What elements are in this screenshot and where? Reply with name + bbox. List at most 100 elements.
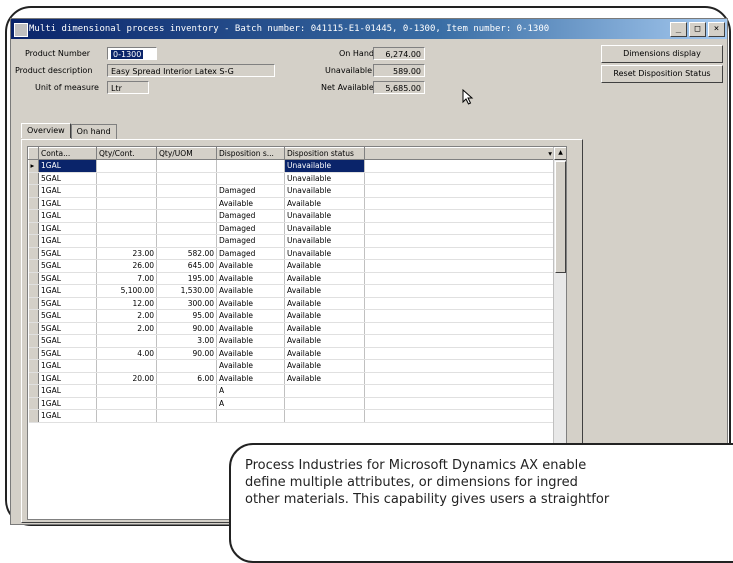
row-selector[interactable]	[28, 322, 39, 335]
column-header-qty-uom[interactable]: Qty/UOM	[156, 147, 217, 160]
cell-qty-uom[interactable]	[156, 209, 217, 223]
cell-qty-uom[interactable]: 300.00	[156, 297, 217, 310]
cell-qty-uom[interactable]: 95.00	[156, 309, 217, 323]
cell-disposition-status[interactable]: Available	[284, 347, 365, 360]
table-row[interactable]: 1GAL Damaged Unavailable	[28, 234, 555, 248]
cell-disposition-short[interactable]: Available	[216, 284, 285, 298]
cell-disposition-status[interactable]	[284, 397, 365, 410]
cell-disposition-status[interactable]: Available	[284, 197, 365, 210]
cell-disposition-short[interactable]: Damaged	[216, 209, 285, 223]
cell-disposition-short[interactable]: Available	[216, 272, 285, 285]
cell-qty-uom[interactable]	[156, 172, 217, 185]
cell-qty-uom[interactable]: 90.00	[156, 322, 217, 335]
cell-container[interactable]: 1GAL	[38, 184, 97, 198]
cell-qty-cont[interactable]	[96, 197, 157, 210]
row-selector[interactable]	[28, 372, 39, 385]
maximize-icon[interactable]: □	[689, 22, 706, 37]
cell-disposition-status[interactable]: Unavailable	[284, 247, 365, 260]
cell-disposition-status[interactable]: Available	[284, 334, 365, 348]
table-row[interactable]: 1GAL A	[28, 384, 555, 398]
table-row[interactable]: 5GAL 23.00 582.00 Damaged Unavailable	[28, 247, 555, 260]
cell-disposition-short[interactable]	[216, 409, 285, 423]
cell-disposition-short[interactable]: Damaged	[216, 247, 285, 260]
cell-qty-uom[interactable]	[156, 397, 217, 410]
table-row[interactable]: 1GAL A	[28, 397, 555, 410]
cell-qty-uom[interactable]: 582.00	[156, 247, 217, 260]
cell-container[interactable]: 1GAL	[38, 159, 97, 173]
cell-qty-cont[interactable]	[96, 409, 157, 423]
cell-qty-uom[interactable]	[156, 384, 217, 398]
cell-disposition-short[interactable]: A	[216, 397, 285, 410]
column-header-qty-cont[interactable]: Qty/Cont.	[96, 147, 157, 160]
row-selector[interactable]	[28, 397, 39, 410]
cell-qty-uom[interactable]: 1,530.00	[156, 284, 217, 298]
cell-container[interactable]: 5GAL	[38, 172, 97, 185]
cell-disposition-short[interactable]: Available	[216, 334, 285, 348]
table-row[interactable]: 1GAL Damaged Unavailable	[28, 184, 555, 198]
cell-disposition-status[interactable]: Available	[284, 359, 365, 373]
cell-disposition-short[interactable]: Damaged	[216, 222, 285, 235]
table-row[interactable]: 1GAL Damaged Unavailable	[28, 222, 555, 235]
cell-disposition-short[interactable]: Available	[216, 297, 285, 310]
cell-container[interactable]: 1GAL	[38, 359, 97, 373]
cell-disposition-status[interactable]: Available	[284, 372, 365, 385]
table-row[interactable]: 5GAL 26.00 645.00 Available Available	[28, 259, 555, 273]
cell-container[interactable]: 1GAL	[38, 197, 97, 210]
table-row[interactable]: 1GAL	[28, 409, 555, 423]
column-header-disposition-short[interactable]: Disposition s...	[216, 147, 285, 160]
cell-disposition-status[interactable]: Unavailable	[284, 184, 365, 198]
cell-disposition-status[interactable]: Unavailable	[284, 159, 365, 173]
dimensions-display-button[interactable]: Dimensions display	[601, 45, 723, 63]
cell-disposition-status[interactable]: Unavailable	[284, 222, 365, 235]
cell-disposition-status[interactable]: Available	[284, 322, 365, 335]
cell-qty-cont[interactable]: 4.00	[96, 347, 157, 360]
cell-disposition-status[interactable]: Available	[284, 309, 365, 323]
cell-container[interactable]: 1GAL	[38, 222, 97, 235]
table-row[interactable]: 5GAL 12.00 300.00 Available Available	[28, 297, 555, 310]
cell-container[interactable]: 1GAL	[38, 397, 97, 410]
cell-qty-uom[interactable]	[156, 159, 217, 173]
cell-disposition-status[interactable]: Available	[284, 259, 365, 273]
cell-disposition-short[interactable]: A	[216, 384, 285, 398]
cell-container[interactable]: 5GAL	[38, 322, 97, 335]
row-selector[interactable]	[28, 209, 39, 223]
cell-container[interactable]: 1GAL	[38, 234, 97, 248]
cell-container[interactable]: 5GAL	[38, 247, 97, 260]
cell-disposition-short[interactable]: Available	[216, 197, 285, 210]
row-selector[interactable]	[28, 297, 39, 310]
cell-qty-cont[interactable]	[96, 334, 157, 348]
cell-qty-uom[interactable]	[156, 234, 217, 248]
cell-container[interactable]: 5GAL	[38, 334, 97, 348]
column-header-container[interactable]: Conta...	[38, 147, 97, 160]
table-row[interactable]: 5GAL Unavailable	[28, 172, 555, 185]
cell-qty-uom[interactable]: 6.00	[156, 372, 217, 385]
table-row[interactable]: 5GAL 3.00 Available Available	[28, 334, 555, 348]
cell-qty-uom[interactable]: 3.00	[156, 334, 217, 348]
title-bar[interactable]: Multi dimensional process inventory - Ba…	[11, 19, 727, 39]
table-row[interactable]: 5GAL 4.00 90.00 Available Available	[28, 347, 555, 360]
cell-disposition-short[interactable]: Damaged	[216, 234, 285, 248]
row-selector[interactable]	[28, 384, 39, 398]
cell-disposition-status[interactable]: Unavailable	[284, 209, 365, 223]
cell-disposition-short[interactable]: Available	[216, 259, 285, 273]
cell-qty-cont[interactable]: 23.00	[96, 247, 157, 260]
cell-disposition-status[interactable]	[284, 409, 365, 423]
cell-disposition-short[interactable]: Damaged	[216, 184, 285, 198]
cell-disposition-status[interactable]: Available	[284, 297, 365, 310]
scroll-up-icon[interactable]: ▲	[554, 147, 566, 160]
row-selector[interactable]	[28, 184, 39, 198]
cell-qty-cont[interactable]	[96, 184, 157, 198]
cell-qty-cont[interactable]: 7.00	[96, 272, 157, 285]
cell-container[interactable]: 1GAL	[38, 372, 97, 385]
cell-qty-cont[interactable]: 2.00	[96, 309, 157, 323]
table-row[interactable]: 1GAL Available Available	[28, 359, 555, 373]
row-selector[interactable]	[28, 172, 39, 185]
row-selector[interactable]: ▸	[28, 159, 39, 173]
cell-disposition-short[interactable]: Available	[216, 322, 285, 335]
cell-qty-cont[interactable]: 12.00	[96, 297, 157, 310]
cell-container[interactable]: 1GAL	[38, 284, 97, 298]
cell-disposition-status[interactable]: Unavailable	[284, 234, 365, 248]
scroll-thumb[interactable]	[555, 161, 566, 273]
row-selector[interactable]	[28, 247, 39, 260]
table-row[interactable]: 1GAL 5,100.00 1,530.00 Available Available	[28, 284, 555, 298]
